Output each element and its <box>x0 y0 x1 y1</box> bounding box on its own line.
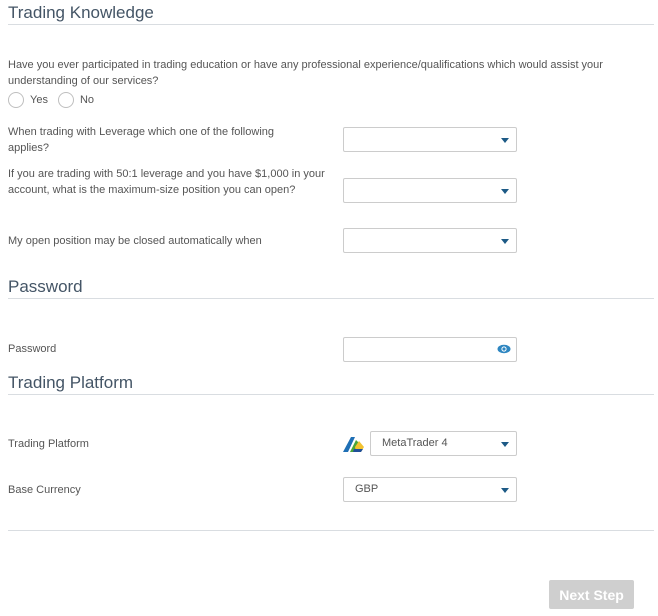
section-title-trading-knowledge: Trading Knowledge <box>8 3 154 22</box>
max-position-question-label: If you are trading with 50:1 leverage an… <box>8 168 325 196</box>
leverage-question-label: When trading with Leverage which one of … <box>8 126 274 154</box>
section-title-trading-platform: Trading Platform <box>8 373 134 392</box>
position-closed-question-select[interactable] <box>343 228 517 253</box>
leverage-question-select[interactable] <box>343 127 517 152</box>
chevron-down-icon <box>501 138 509 143</box>
next-step-button[interactable]: Next Step <box>549 580 634 609</box>
divider <box>8 24 654 25</box>
radio-no-label[interactable]: No <box>80 94 94 106</box>
select-value: GBP <box>355 483 379 495</box>
radio-yes-label[interactable]: Yes <box>30 94 48 106</box>
trading-platform-select[interactable]: MetaTrader 4 <box>370 431 517 456</box>
chevron-down-icon <box>501 488 509 493</box>
select-value: MetaTrader 4 <box>382 437 448 449</box>
chevron-down-icon <box>501 189 509 194</box>
radio-no[interactable] <box>57 92 74 108</box>
chevron-down-icon <box>501 442 509 447</box>
base-currency-select[interactable]: GBP <box>343 477 517 502</box>
password-input[interactable] <box>343 337 517 362</box>
experience-question-line1: Have you ever participated in trading ed… <box>8 59 603 71</box>
chevron-down-icon <box>501 239 509 244</box>
divider <box>8 298 654 299</box>
radio-yes[interactable] <box>8 92 24 108</box>
divider <box>8 530 654 531</box>
metatrader-logo-icon <box>343 437 364 452</box>
experience-question-line2: understanding of our services? <box>8 75 159 87</box>
password-label: Password <box>8 343 57 355</box>
section-title-password: Password <box>8 277 83 296</box>
trading-platform-label: Trading Platform <box>8 438 89 450</box>
base-currency-label: Base Currency <box>8 484 81 496</box>
divider <box>8 394 654 395</box>
position-closed-question-label: My open position may be closed automatic… <box>8 235 262 247</box>
eye-icon[interactable] <box>497 344 511 354</box>
experience-radio-group: Yes No <box>8 92 104 108</box>
max-position-question-select[interactable] <box>343 178 517 203</box>
